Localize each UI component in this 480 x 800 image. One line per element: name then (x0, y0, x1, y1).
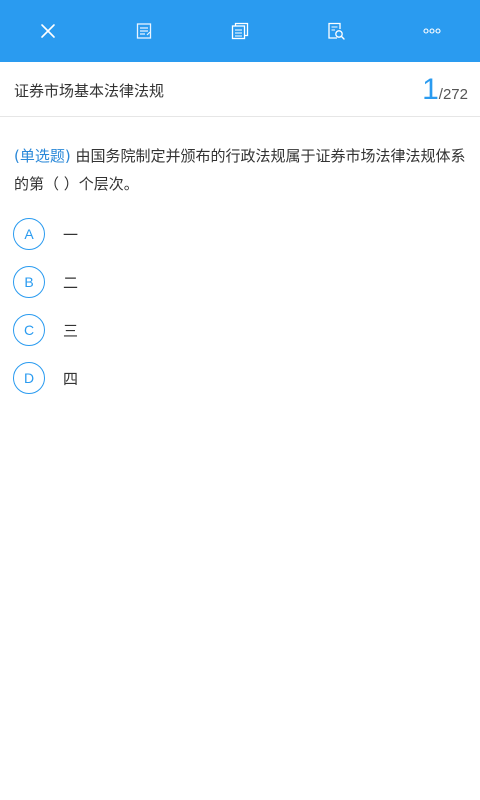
current-question-number: 1 (422, 73, 439, 106)
total-questions: /272 (438, 86, 468, 103)
option-b[interactable]: B 二 (13, 266, 453, 298)
question-stem: (单选题) 由国务院制定并颁布的行政法规属于证券市场法律法规体系的第（ ）个层次… (14, 142, 469, 198)
copy-button[interactable] (220, 11, 260, 51)
question-counter: 1/272 (422, 72, 468, 113)
close-icon (41, 24, 55, 38)
option-letter-badge: C (13, 314, 45, 346)
option-d[interactable]: D 四 (13, 362, 453, 394)
option-text: 四 (63, 369, 79, 388)
search-document-button[interactable] (316, 11, 356, 51)
subject-title: 证券市场基本法律法规 (14, 82, 165, 100)
top-toolbar (0, 0, 480, 62)
question-text: 由国务院制定并颁布的行政法规属于证券市场法律法规体系的第（ ）个层次。 (14, 147, 466, 193)
more-button[interactable] (412, 11, 452, 51)
answer-options: A 一 B 二 C 三 D 四 (13, 218, 453, 410)
more-icon (423, 28, 441, 34)
option-a[interactable]: A 一 (13, 218, 453, 250)
option-letter-badge: A (13, 218, 45, 250)
search-doc-icon (328, 22, 345, 40)
option-text: 一 (63, 225, 79, 244)
copy-icon (231, 22, 249, 40)
question-type-label: (单选题) (14, 147, 71, 165)
option-text: 二 (63, 273, 79, 292)
note-icon (136, 23, 152, 39)
subject-header: 证券市场基本法律法规 1/272 (0, 62, 480, 117)
option-c[interactable]: C 三 (13, 314, 453, 346)
option-text: 三 (63, 321, 79, 340)
close-button[interactable] (28, 11, 68, 51)
notes-button[interactable] (124, 11, 164, 51)
option-letter-badge: D (13, 362, 45, 394)
option-letter-badge: B (13, 266, 45, 298)
